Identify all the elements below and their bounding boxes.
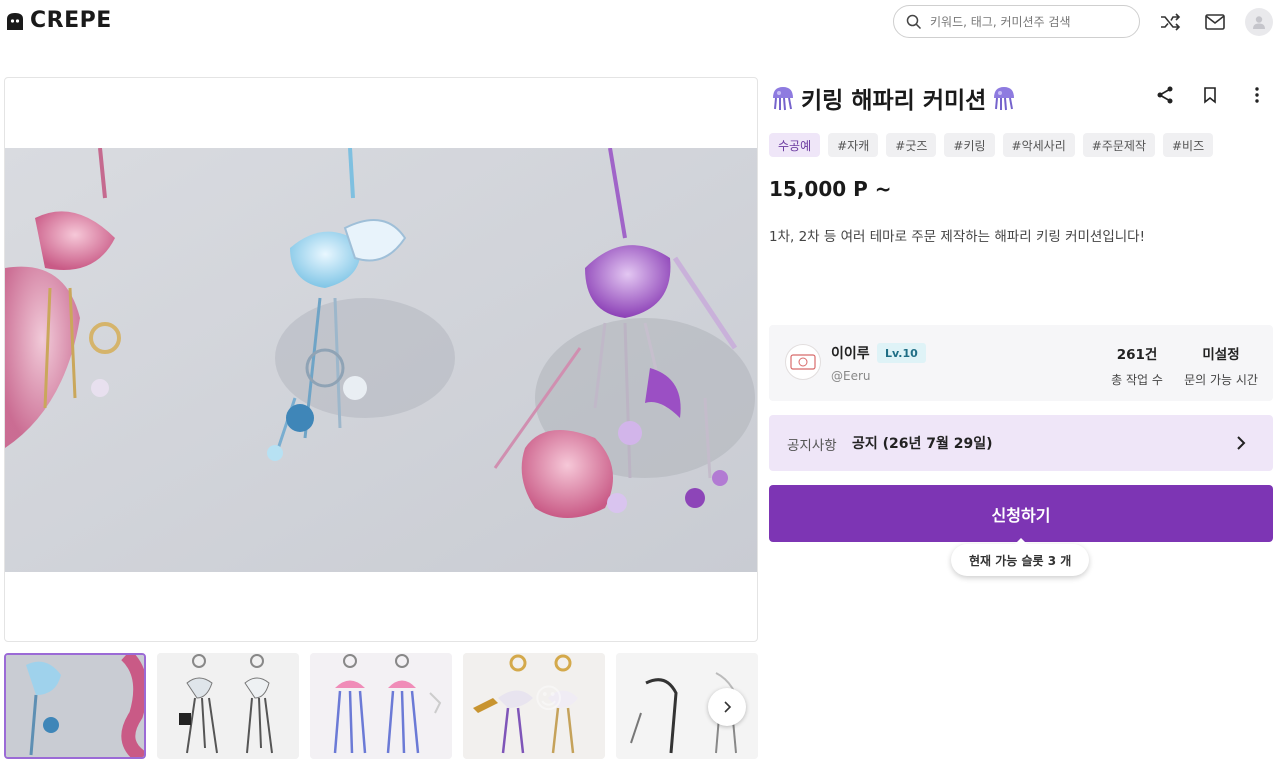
share-icon[interactable] — [1153, 83, 1177, 107]
stat-inquiry-time: 미설정 문의 가능 시간 — [1178, 343, 1264, 388]
thumbnail-strip: ☺ — [4, 653, 758, 761]
chevron-right-icon — [724, 701, 732, 713]
product-title-text: 키링 해파리 커미션 — [801, 88, 987, 114]
notice-label: 공지사항 — [787, 438, 837, 454]
crepe-logo[interactable]: CREPE — [4, 8, 112, 33]
stat-value: 미설정 — [1202, 347, 1240, 363]
creator-name[interactable]: 이이루 — [831, 343, 870, 363]
shuffle-icon[interactable] — [1158, 10, 1182, 34]
thumbnail-3[interactable] — [310, 653, 452, 759]
stat-label: 문의 가능 시간 — [1184, 373, 1258, 387]
product-title-row: 키링 해파리 커미션 — [769, 77, 1273, 115]
jellyfish-icon — [773, 87, 793, 111]
stat-value: 261건 — [1116, 347, 1158, 363]
notice-bar[interactable]: 공지사항 공지 (26년 7월 29일) — [769, 415, 1273, 471]
apply-button[interactable]: 신청하기 — [769, 485, 1273, 542]
keyring-photo — [5, 148, 757, 572]
thumbnail-next-button[interactable] — [708, 688, 746, 726]
tag-item[interactable]: #굿즈 — [886, 133, 937, 157]
bookmark-icon[interactable] — [1198, 83, 1222, 107]
available-slots-tooltip: 현재 가능 슬롯 3 개 — [951, 538, 1090, 576]
thumbnail-4[interactable]: ☺ — [463, 653, 605, 759]
search-bar[interactable] — [893, 5, 1140, 38]
product-description: 1차, 2차 등 여러 테마로 주문 제작하는 해파리 키링 커미션입니다! — [769, 229, 1146, 245]
tag-category[interactable]: 수공예 — [769, 133, 821, 157]
top-header: CREPE — [0, 0, 1280, 46]
product-price: 15,000 P ~ — [769, 177, 892, 201]
tag-item[interactable]: #자캐 — [828, 133, 879, 157]
creator-handle: @Eeru — [831, 369, 871, 383]
product-title: 키링 해파리 커미션 — [769, 81, 1018, 115]
creator-avatar[interactable] — [785, 344, 821, 380]
stat-label: 총 작업 수 — [1111, 373, 1163, 387]
stat-total-works: 261건 총 작업 수 — [1109, 343, 1165, 388]
thumbnail-2[interactable] — [157, 653, 299, 759]
level-badge: Lv.10 — [877, 343, 926, 363]
tag-item[interactable]: #비즈 — [1162, 133, 1214, 157]
logo-mark-icon — [7, 12, 23, 30]
tag-item[interactable]: #키링 — [944, 133, 995, 157]
tag-item[interactable]: #악세사리 — [1002, 133, 1075, 157]
notice-text: 공지 (26년 7월 29일) — [852, 436, 993, 452]
main-product-image[interactable] — [4, 77, 758, 642]
tag-item[interactable]: #주문제작 — [1082, 133, 1155, 157]
creator-card[interactable]: 이이루 Lv.10 @Eeru 261건 총 작업 수 미설정 문의 가능 시간 — [769, 325, 1273, 401]
svg-text:☺: ☺ — [534, 682, 563, 715]
logo-text: CREPE — [30, 8, 112, 33]
more-vertical-icon[interactable] — [1245, 83, 1269, 107]
mail-icon[interactable] — [1203, 10, 1227, 34]
search-icon — [906, 14, 922, 29]
tag-list: 수공예 #자캐 #굿즈 #키링 #악세사리 #주문제작 #비즈 — [769, 133, 1214, 157]
user-avatar-icon[interactable] — [1245, 8, 1273, 36]
search-input[interactable] — [930, 14, 1130, 29]
jellyfish-icon — [994, 87, 1015, 111]
thumbnail-1[interactable] — [4, 653, 146, 759]
chevron-right-icon — [1229, 431, 1253, 455]
